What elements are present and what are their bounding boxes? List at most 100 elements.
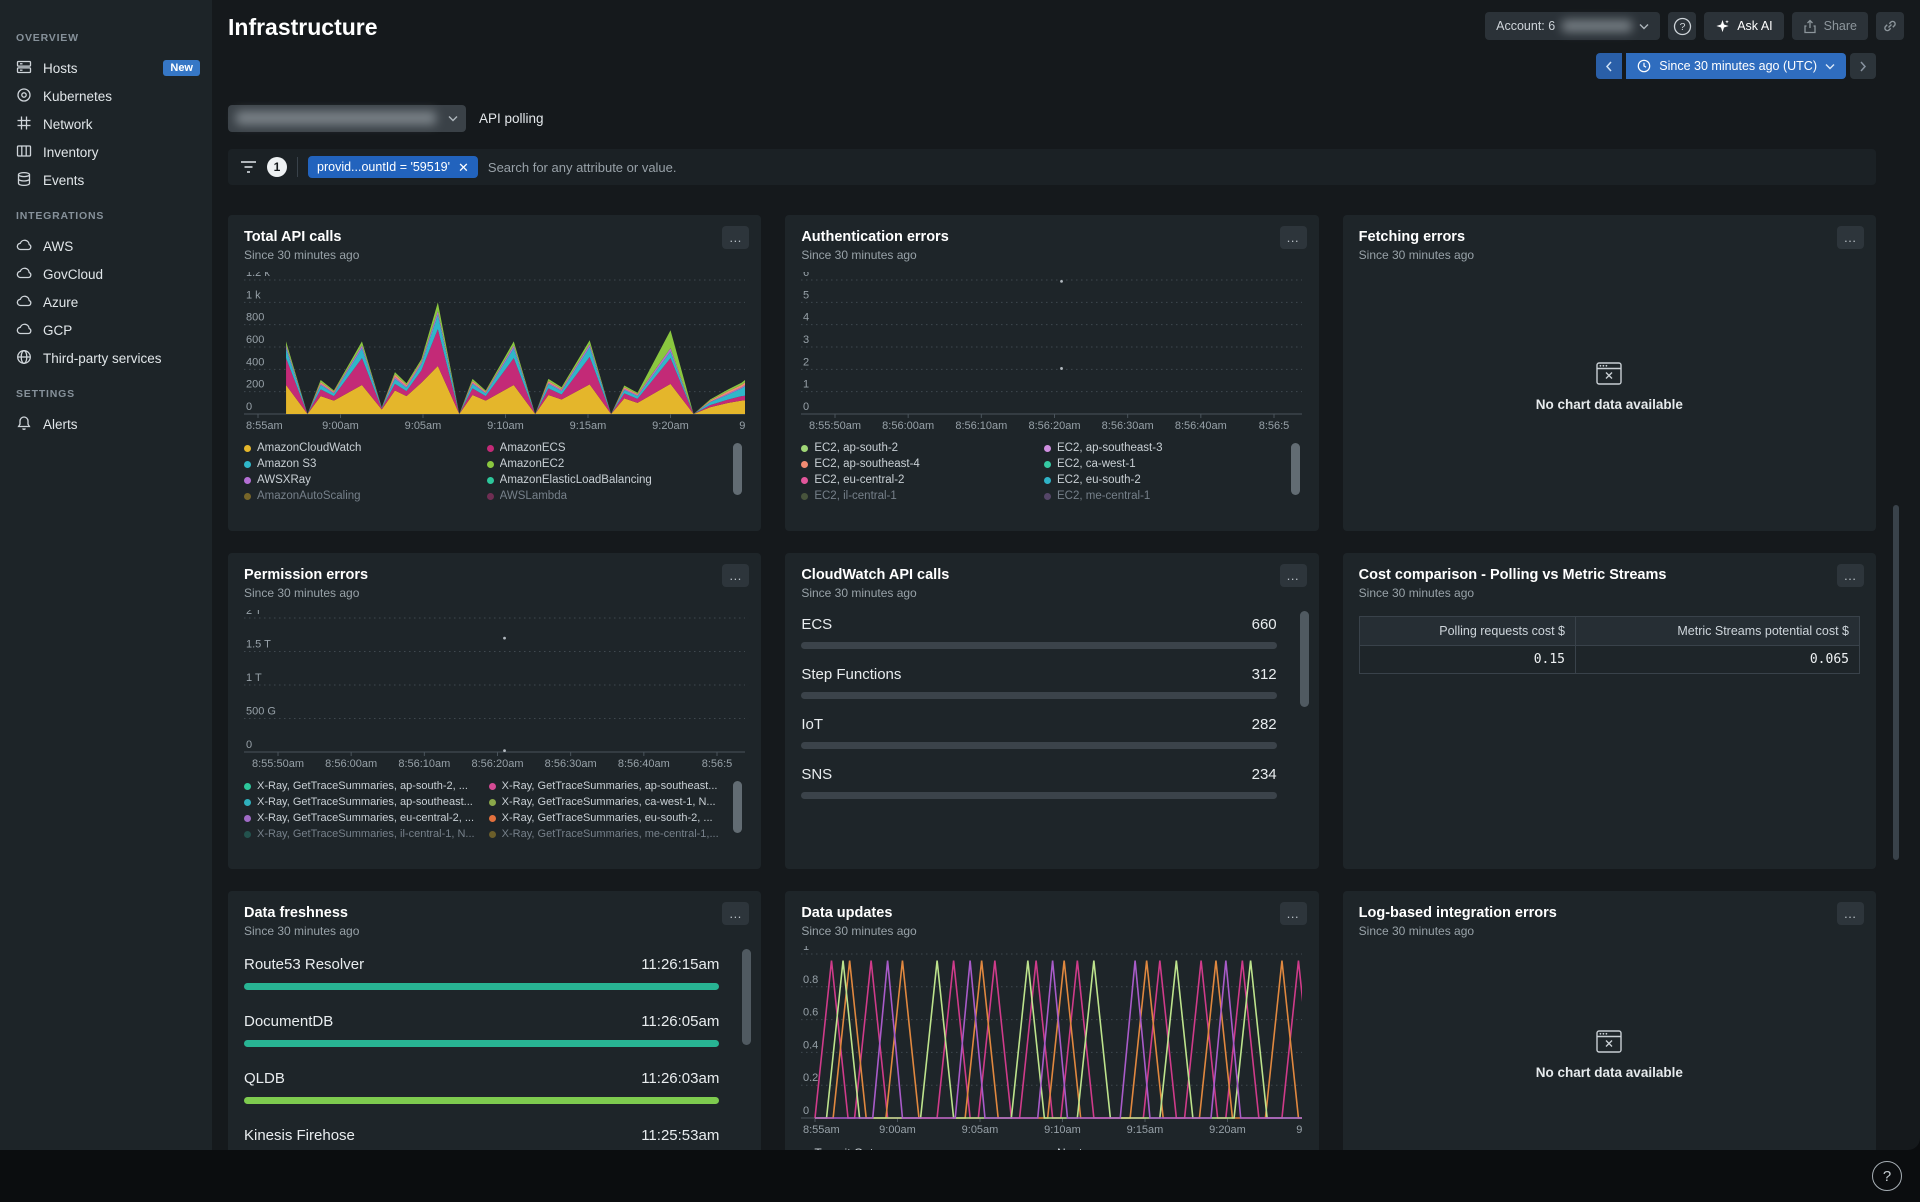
ask-ai-button[interactable]: Ask AI [1704, 12, 1784, 40]
legend-label: Amazon S3 [257, 458, 317, 470]
scope-dropdown[interactable] [228, 105, 466, 132]
cloudwatch-bar-list: ECS 660 Step Functions 312 IoT 282 SNS 2… [801, 616, 1302, 816]
legend-item[interactable]: AmazonElasticLoadBalancing [486, 474, 720, 486]
card-menu-button[interactable]: … [722, 902, 750, 925]
page-scrollbar-thumb[interactable] [1893, 505, 1899, 860]
chevron-left-icon [1606, 61, 1612, 71]
copy-link-button[interactable] [1876, 12, 1904, 40]
legend-scrollbar-thumb[interactable] [733, 443, 743, 495]
card-menu-button[interactable]: … [1836, 564, 1864, 587]
legend-item[interactable]: AWSLambda [486, 490, 720, 502]
ask-ai-label: Ask AI [1737, 19, 1773, 33]
card-scrollbar-thumb[interactable] [742, 949, 752, 1045]
legend-dot [488, 830, 496, 838]
card-permission-errors: Permission errors Since 30 minutes ago …… [228, 553, 762, 869]
account-label: Account: 6 [1496, 19, 1556, 33]
sidebar-item-azure[interactable]: Azure [0, 288, 212, 316]
card-menu-button[interactable]: … [1279, 226, 1307, 249]
time-range-dropdown[interactable]: Since 30 minutes ago (UTC) [1626, 53, 1846, 79]
legend-item[interactable]: EC2, ap-south-2 [801, 442, 1034, 454]
legend-item[interactable]: EC2, eu-south-2 [1043, 474, 1277, 486]
header-buttons-row: Account: 6 ? Ask AI Share [1485, 12, 1904, 40]
legend-item[interactable]: AmazonAutoScaling [244, 490, 477, 502]
legend-item[interactable]: AmazonCloudWatch [244, 442, 477, 454]
legend-scrollbar-thumb[interactable] [733, 781, 743, 833]
card-menu-button[interactable]: … [1279, 902, 1307, 925]
chip-close-icon[interactable]: ✕ [458, 161, 469, 174]
sidebar-item-aws[interactable]: AWS [0, 232, 212, 260]
card-log-based-integration-errors: Log-based integration errors Since 30 mi… [1342, 891, 1876, 1150]
filter-icon[interactable] [240, 160, 257, 174]
list-item: DocumentDB 11:26:05am [244, 1013, 720, 1047]
legend-item[interactable]: EC2, ca-west-1 [1043, 458, 1277, 470]
sidebar-item-govcloud[interactable]: GovCloud [0, 260, 212, 288]
card-menu-button[interactable]: … [1836, 226, 1864, 249]
bar-track [801, 742, 1277, 749]
sidebar-section-overview: OVERVIEW [16, 32, 79, 44]
sidebar-item-label: Azure [43, 294, 79, 310]
legend-item[interactable]: AmazonECS [486, 442, 720, 454]
legend-item[interactable]: X-Ray, GetTraceSummaries, eu-central-2, … [244, 812, 479, 824]
legend-item[interactable]: EC2, ap-southeast-4 [801, 458, 1034, 470]
svg-text:400: 400 [246, 356, 264, 368]
share-icon [1803, 19, 1816, 33]
sidebar-item-events[interactable]: Events [0, 166, 212, 194]
sidebar-item-third-party[interactable]: Third-party services [0, 344, 212, 372]
legend-item[interactable]: X-Ray, GetTraceSummaries, eu-south-2, ..… [488, 812, 724, 824]
card-menu-button[interactable]: … [1279, 564, 1307, 587]
svg-text:3: 3 [803, 334, 809, 346]
filter-chip-label: provid...ountId = '59519' [317, 160, 450, 174]
svg-text:0: 0 [803, 401, 809, 413]
legend-item[interactable]: EC2, eu-central-2 [801, 474, 1034, 486]
sidebar-item-gcp[interactable]: GCP [0, 316, 212, 344]
card-menu-button[interactable]: … [722, 564, 750, 587]
card-menu-button[interactable]: … [1836, 902, 1864, 925]
hosts-icon [16, 59, 32, 78]
bar-fill [801, 742, 1005, 749]
legend-item[interactable]: X-Ray, GetTraceSummaries, il-central-1, … [244, 828, 479, 840]
legend-item[interactable]: EC2, me-central-1 [1043, 490, 1277, 502]
sidebar-item-hosts[interactable]: Hosts New [0, 54, 212, 82]
legend-item[interactable]: X-Ray, GetTraceSummaries, ca-west-1, N..… [488, 796, 724, 808]
time-next-button[interactable] [1850, 53, 1876, 79]
cost-value: 0.065 [1575, 645, 1860, 674]
legend-dot [1043, 492, 1051, 500]
legend-item[interactable]: AmazonEC2 [486, 458, 720, 470]
card-subtitle: Since 30 minutes ago [1358, 248, 1475, 262]
search-input[interactable] [487, 159, 1864, 175]
card-menu-button[interactable]: … [722, 226, 750, 249]
freshness-label: QLDB [244, 1070, 285, 1087]
bar-row: Step Functions 312 [801, 666, 1277, 699]
help-button[interactable]: ? [1668, 12, 1697, 40]
bar-row: SNS 234 [801, 766, 1277, 799]
sparkle-icon [1716, 19, 1729, 32]
cost-table-header: Polling requests cost $ [1358, 616, 1577, 646]
card-scrollbar-thumb[interactable] [1299, 611, 1309, 707]
legend-item[interactable]: EC2, il-central-1 [801, 490, 1034, 502]
legend-scrollbar-thumb[interactable] [1290, 443, 1300, 495]
footer-help-button[interactable]: ? [1872, 1161, 1902, 1191]
filter-chip[interactable]: provid...ountId = '59519' ✕ [308, 156, 478, 178]
sidebar-item-kubernetes[interactable]: Kubernetes [0, 82, 212, 110]
legend-item[interactable]: Amazon S3 [244, 458, 477, 470]
legend-label: AWSXRay [257, 474, 311, 486]
legend-item[interactable]: X-Ray, GetTraceSummaries, ap-south-2, ..… [244, 780, 479, 792]
sidebar-item-label: GCP [43, 322, 73, 338]
legend-item[interactable]: X-Ray, GetTraceSummaries, me-central-1,.… [488, 828, 724, 840]
legend-dot [244, 444, 251, 452]
legend-item[interactable]: AWSXRay [244, 474, 477, 486]
legend-label: X-Ray, GetTraceSummaries, ap-southeast..… [501, 780, 718, 792]
legend-item[interactable]: EC2, ap-southeast-3 [1043, 442, 1277, 454]
account-dropdown[interactable]: Account: 6 [1485, 12, 1661, 40]
share-button[interactable]: Share [1791, 12, 1868, 40]
events-icon [16, 171, 32, 190]
bell-icon [16, 415, 32, 434]
scope-toolbar: API polling [228, 105, 1876, 132]
sidebar-item-inventory[interactable]: Inventory [0, 138, 212, 166]
time-prev-button[interactable] [1596, 53, 1623, 79]
sidebar-item-alerts[interactable]: Alerts [0, 410, 212, 438]
svg-text:9:05am: 9:05am [962, 1124, 999, 1136]
legend-item[interactable]: X-Ray, GetTraceSummaries, ap-southeast..… [488, 780, 724, 792]
sidebar-item-network[interactable]: Network [0, 110, 212, 138]
legend-item[interactable]: X-Ray, GetTraceSummaries, ap-southeast..… [244, 796, 479, 808]
